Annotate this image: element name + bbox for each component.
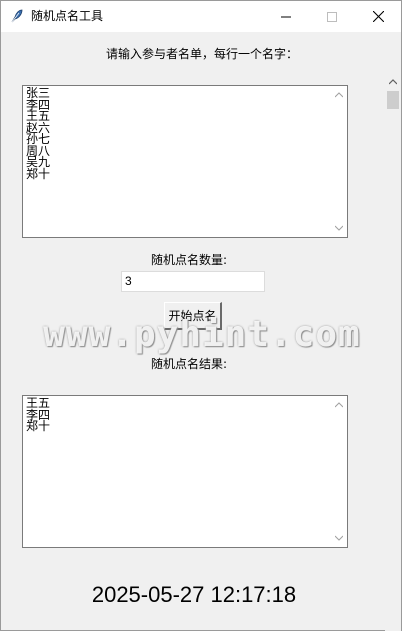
close-icon — [372, 11, 384, 22]
list-item: 周八 — [26, 143, 51, 158]
result-lines: 王五 李四 郑十 — [26, 396, 344, 433]
list-item: 王五 — [26, 109, 51, 123]
app-window: 随机点名工具 请输入参与者名单，每行一个名字： 张三 李四 王五 赵六 孙七 周八 吴九 郑十… — [0, 0, 402, 631]
count-label: 随机点名数量: — [151, 253, 228, 267]
maximize-icon — [327, 11, 337, 22]
names-lines: 张三 李四 王五 赵六 孙七 周八 吴九 郑十 — [26, 86, 344, 181]
result-textarea[interactable]: 王五 李四 郑十 — [22, 395, 348, 548]
result-label: 随机点名结果: — [151, 357, 228, 371]
result-scrollbar[interactable] — [332, 396, 347, 547]
scroll-down-icon[interactable] — [335, 225, 343, 231]
list-item: 孙七 — [26, 132, 51, 146]
close-button[interactable] — [355, 1, 401, 32]
minimize-icon — [281, 16, 291, 17]
names-textarea[interactable]: 张三 李四 王五 赵六 孙七 周八 吴九 郑十 — [22, 85, 348, 238]
scrollbar-thumb[interactable] — [387, 91, 399, 109]
minimize-button[interactable] — [263, 1, 309, 32]
clock-display: 2025-05-27 12:17:18 — [91, 582, 297, 607]
scroll-up-icon[interactable] — [335, 402, 343, 408]
start-button[interactable]: 开始点名 — [164, 302, 222, 330]
names-scrollbar[interactable] — [332, 86, 347, 237]
window-title: 随机点名工具 — [31, 9, 104, 23]
title-bar[interactable]: 随机点名工具 — [1, 1, 401, 32]
list-item: 李四 — [26, 407, 51, 422]
list-item: 吴九 — [26, 155, 51, 169]
list-item: 赵六 — [26, 120, 51, 135]
maximize-button[interactable] — [309, 1, 355, 32]
list-item: 李四 — [26, 97, 51, 112]
list-item: 郑十 — [26, 419, 51, 433]
scroll-up-icon[interactable] — [335, 92, 343, 98]
count-input[interactable]: 3 — [121, 271, 265, 292]
names-prompt-label: 请输入参与者名单，每行一个名字： — [106, 47, 299, 61]
feather-icon — [11, 9, 23, 23]
list-item: 张三 — [26, 86, 51, 100]
list-item: 王五 — [26, 396, 51, 410]
scroll-down-icon[interactable] — [335, 535, 343, 541]
list-item: 郑十 — [26, 166, 51, 181]
main-scrollbar[interactable] — [385, 73, 401, 631]
scroll-up-icon[interactable] — [389, 79, 397, 85]
